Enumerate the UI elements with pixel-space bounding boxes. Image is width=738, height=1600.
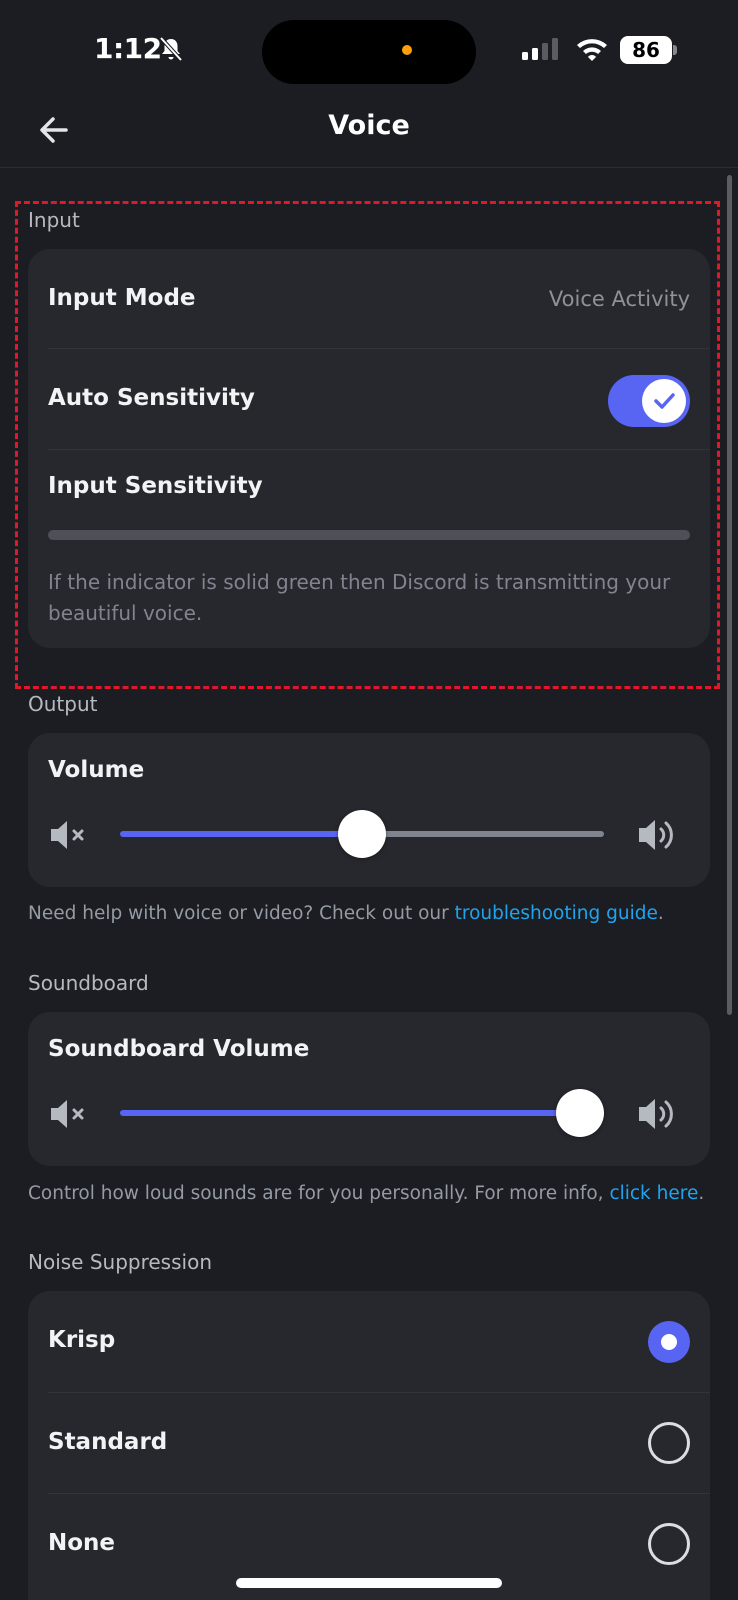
soundboard-section-label: Soundboard	[28, 971, 149, 995]
note-text: .	[698, 1183, 705, 1204]
soundboard-help-note: Control how loud sounds are for you pers…	[28, 1183, 704, 1204]
option-krisp[interactable]: Krisp	[28, 1291, 710, 1391]
bell-muted-icon	[159, 36, 183, 62]
status-bar: 1:12 86	[0, 0, 738, 100]
troubleshooting-guide-link[interactable]: troubleshooting guide	[455, 903, 658, 924]
output-card: Volume	[28, 733, 710, 887]
noise-suppression-section-label: Noise Suppression	[28, 1250, 212, 1274]
option-label: None	[48, 1530, 116, 1556]
note-text: Need help with voice or video? Check out…	[28, 903, 455, 924]
note-text: .	[657, 903, 664, 924]
option-label: Krisp	[48, 1327, 116, 1353]
option-standard[interactable]: Standard	[28, 1393, 710, 1493]
volume-slider[interactable]	[120, 809, 604, 859]
click-here-link[interactable]: click here	[609, 1183, 698, 1204]
speaker-muted-icon[interactable]	[48, 1094, 88, 1134]
soundboard-slider-knob[interactable]	[556, 1089, 604, 1137]
scrollbar[interactable]	[727, 175, 732, 1015]
soundboard-card: Soundboard Volume	[28, 1012, 710, 1166]
signal-icon	[522, 38, 558, 60]
highlight-box	[15, 201, 720, 689]
privacy-indicator	[402, 45, 412, 55]
dynamic-island	[262, 20, 476, 84]
note-text: Control how loud sounds are for you pers…	[28, 1183, 610, 1204]
option-label: Standard	[48, 1429, 168, 1455]
output-help-note: Need help with voice or video? Check out…	[28, 903, 664, 924]
noise-suppression-card: Krisp Standard None	[28, 1291, 710, 1600]
output-section-label: Output	[28, 692, 98, 716]
battery-level: 86	[620, 36, 672, 64]
soundboard-volume-label: Soundboard Volume	[48, 1036, 310, 1062]
soundboard-volume-slider[interactable]	[120, 1088, 604, 1138]
volume-label: Volume	[48, 757, 145, 783]
nav-header: Voice	[0, 100, 738, 168]
speaker-loud-icon[interactable]	[636, 813, 682, 857]
wifi-icon	[577, 39, 607, 61]
speaker-loud-icon[interactable]	[636, 1092, 682, 1136]
page-title: Voice	[328, 110, 410, 141]
radio-none[interactable]	[648, 1523, 690, 1565]
home-indicator	[236, 1578, 502, 1588]
volume-slider-knob[interactable]	[338, 810, 386, 858]
radio-krisp[interactable]	[648, 1321, 690, 1363]
speaker-muted-icon[interactable]	[48, 815, 88, 855]
radio-standard[interactable]	[648, 1422, 690, 1464]
battery-icon: 86	[620, 36, 677, 64]
status-time: 1:12	[94, 32, 162, 65]
